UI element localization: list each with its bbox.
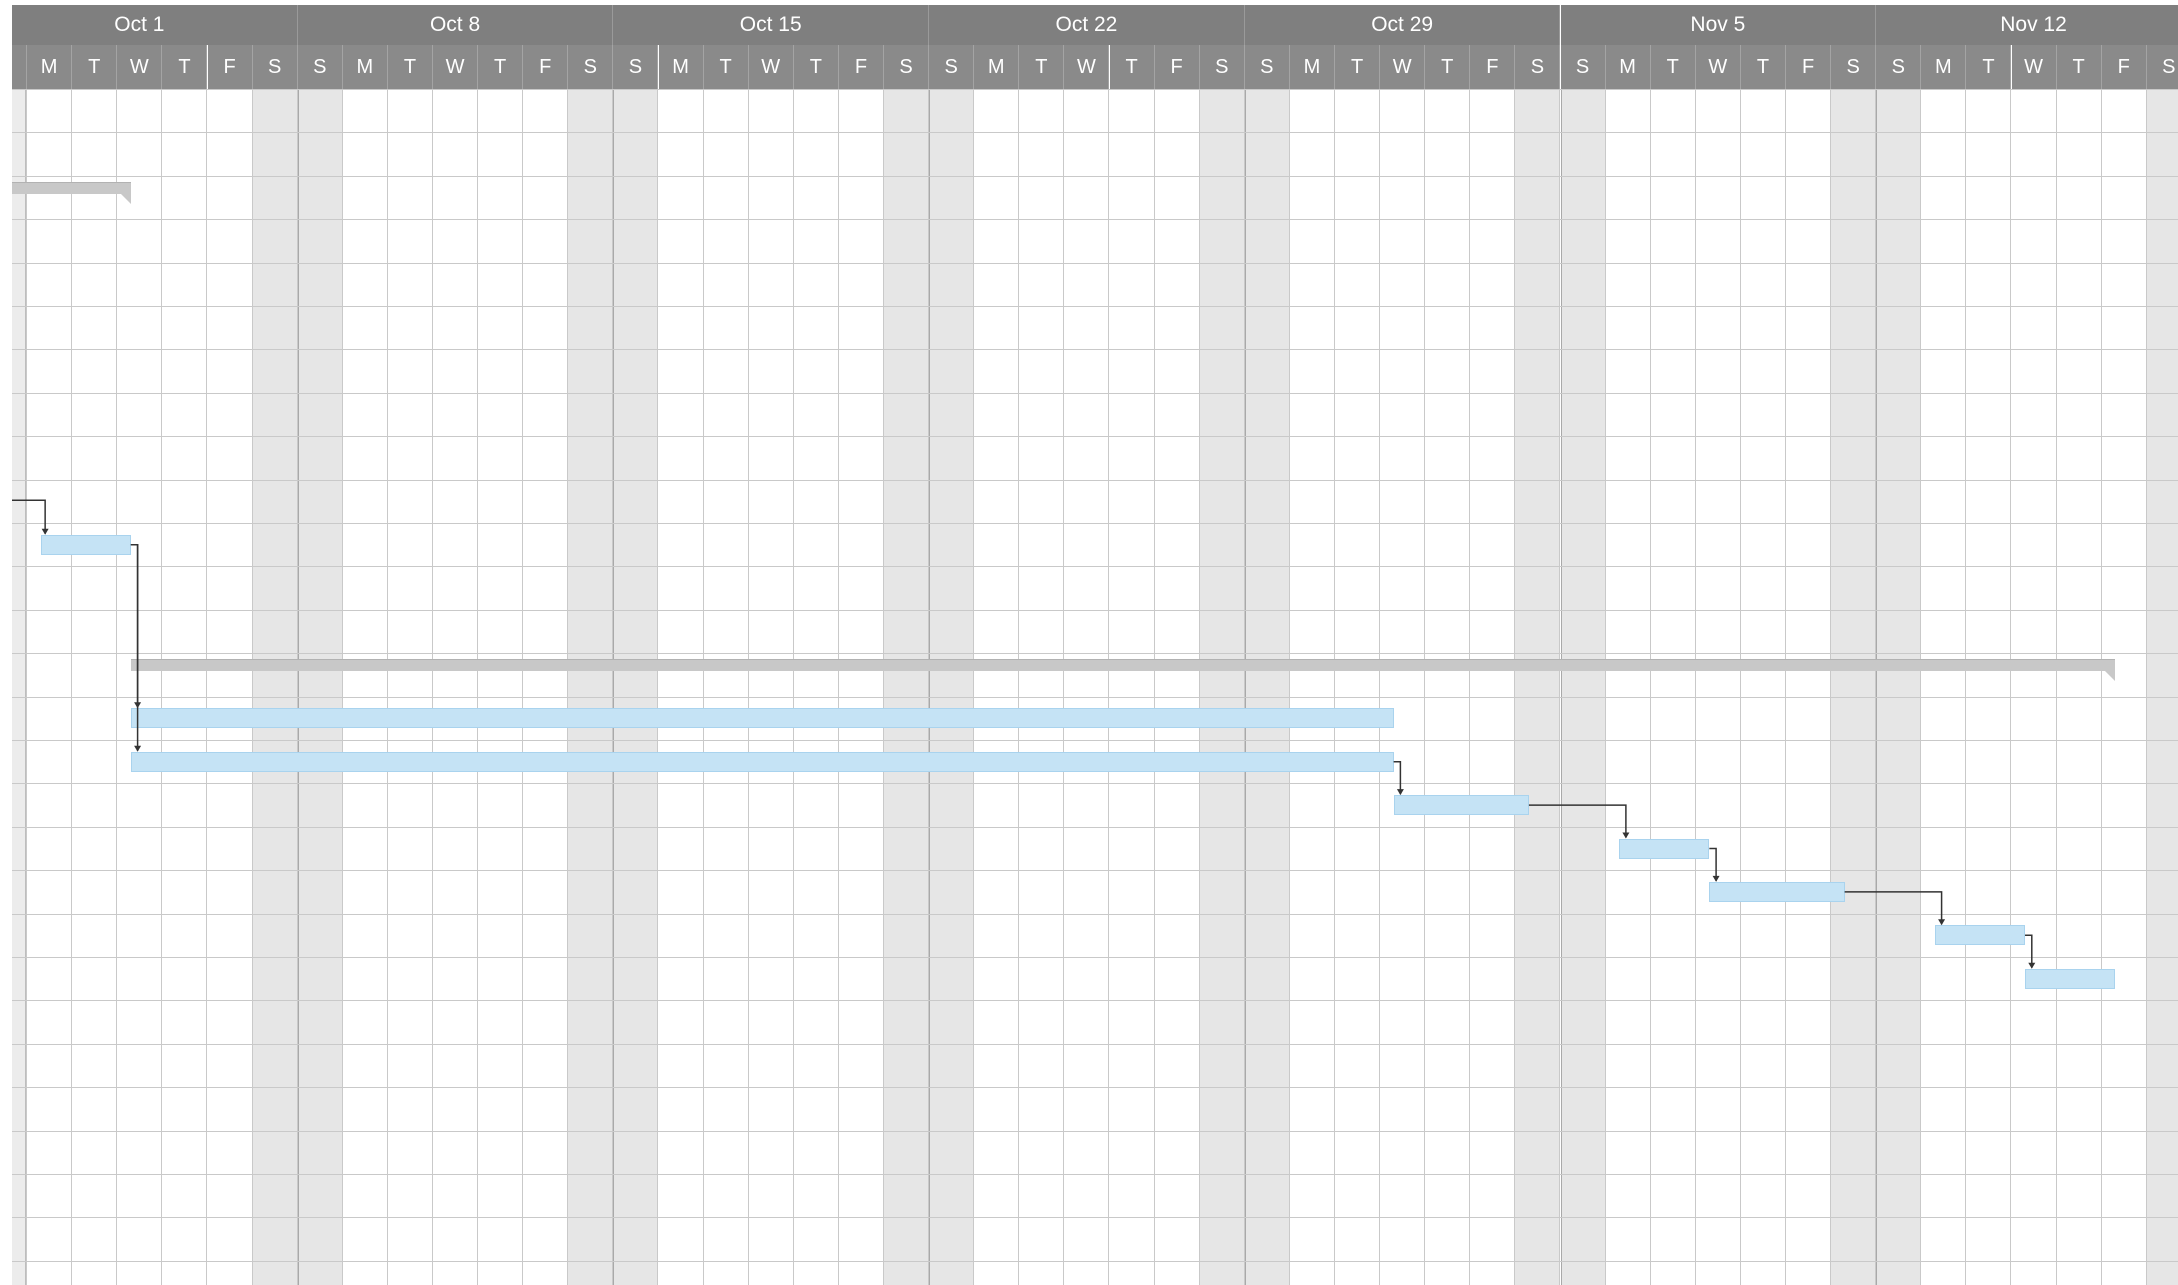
dependency-link — [1528, 804, 1627, 838]
dependency-link — [1844, 891, 1943, 925]
dependency-link — [130, 543, 139, 708]
task-layer — [12, 5, 2178, 1285]
dependency-arrow-icon — [1938, 919, 1946, 926]
dependency-link — [130, 543, 139, 751]
dependency-arrow-icon — [1622, 832, 1630, 839]
dependency-arrow-icon — [134, 745, 142, 752]
dependency-arrow-icon — [2028, 962, 2036, 969]
dependency-arrow-icon — [1396, 789, 1404, 796]
dependency-arrow-icon — [41, 528, 49, 535]
dependency-links — [12, 499, 2036, 969]
dependency-link — [12, 499, 46, 534]
dependency-arrow-icon — [1712, 875, 1720, 882]
gantt-chart: Oct 1Oct 8Oct 15Oct 22Oct 29Nov 5Nov 12S… — [12, 5, 2178, 1285]
